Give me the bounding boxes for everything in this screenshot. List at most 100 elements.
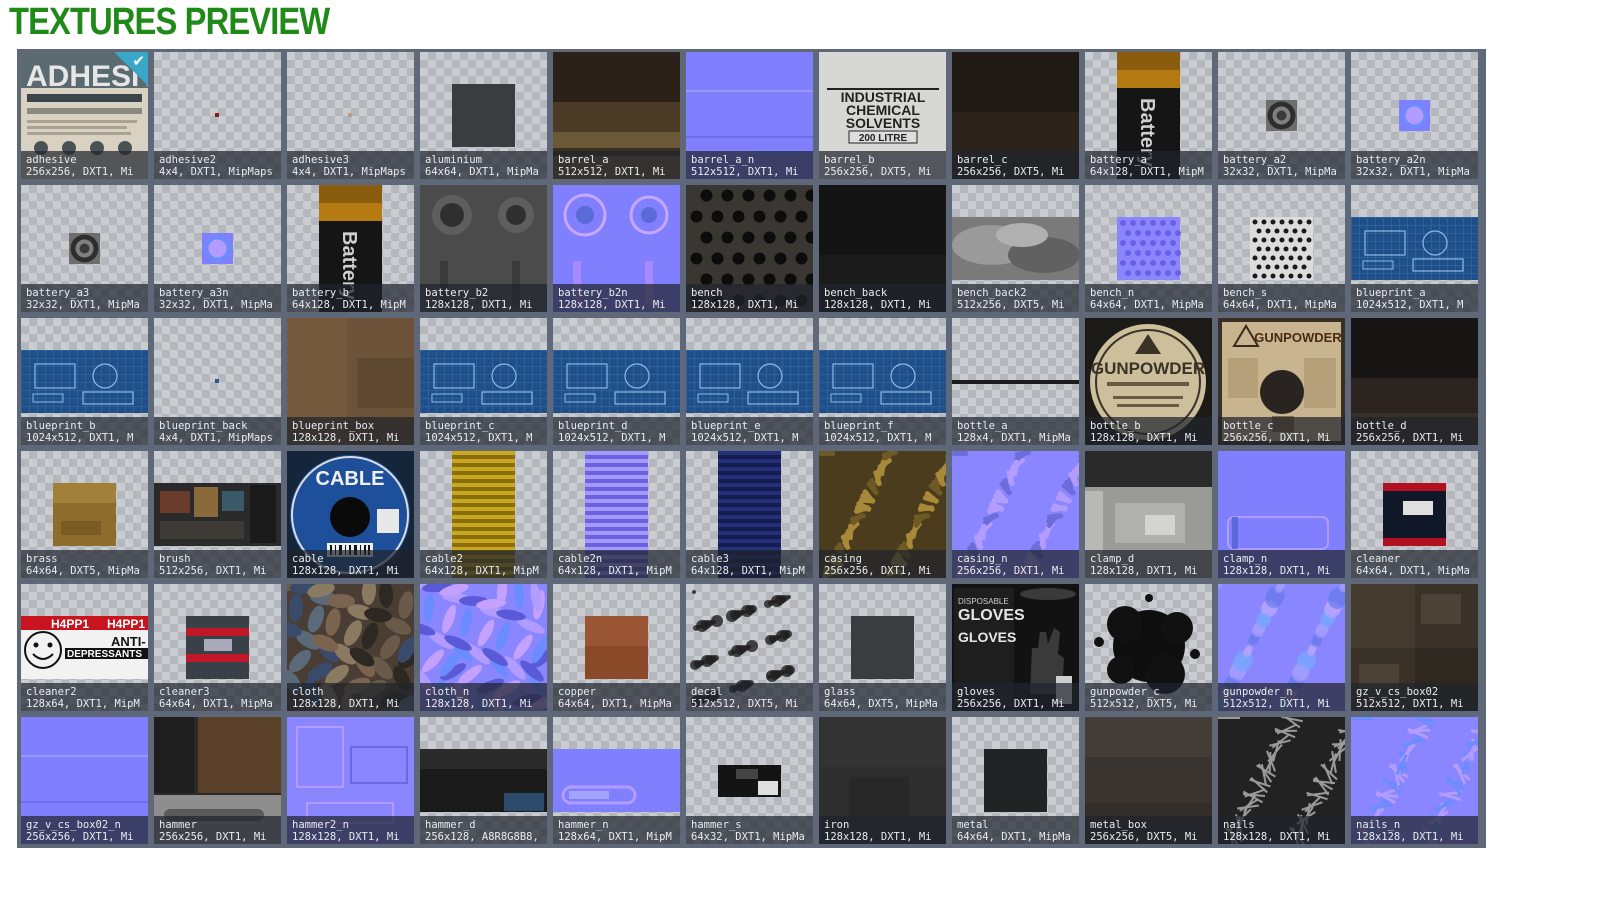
texture-tile-battery-a[interactable]: Battery battery_a 64x128, DXT1, MipM [1085,52,1212,179]
texture-tile-blueprint-e[interactable]: blueprint_e 1024x512, DXT1, M [686,318,813,445]
texture-tile-blueprint-d[interactable]: blueprint_d 1024x512, DXT1, M [553,318,680,445]
texture-tile-gunpowder-c[interactable]: gunpowder_c 512x512, DXT5, Mi [1085,584,1212,711]
texture-tile-hammer[interactable]: hammer 256x256, DXT1, Mi [154,717,281,844]
texture-tile-adhesive3[interactable]: adhesive3 4x4, DXT1, MipMaps [287,52,414,179]
texture-tile-blueprint-back[interactable]: blueprint_back 4x4, DXT1, MipMaps [154,318,281,445]
svg-text:200 LITRE: 200 LITRE [859,133,908,144]
texture-tile-aluminium[interactable]: aluminium 64x64, DXT1, MipMa [420,52,547,179]
texture-tile-cleaner3[interactable]: cleaner3 64x64, DXT1, MipMa [154,584,281,711]
texture-tile-battery-a3n[interactable]: battery_a3n 32x32, DXT1, MipMa [154,185,281,312]
texture-tile-metal-box[interactable]: metal_box 256x256, DXT5, Mi [1085,717,1212,844]
texture-tile-gloves[interactable]: DISPOSABLE GLOVES GLOVES gloves 256x256, … [952,584,1079,711]
texture-info: 512x256, DXT1, Mi [159,565,267,577]
texture-tile-gunpowder-n[interactable]: gunpowder_n 512x512, DXT1, Mi [1218,584,1345,711]
texture-name: hammer [159,819,197,831]
texture-tile-bench[interactable]: bench 128x128, DXT1, Mi [686,185,813,312]
texture-name: battery_b2n [558,287,628,299]
texture-tile-glass[interactable]: glass 64x64, DXT5, MipMa [819,584,946,711]
texture-tile-clamp-n[interactable]: clamp_n 128x128, DXT1, Mi [1218,451,1345,578]
texture-info: 128x128, DXT1, Mi [558,299,666,311]
texture-tile-battery-a2[interactable]: battery_a2 32x32, DXT1, MipMa [1218,52,1345,179]
texture-name: cleaner2 [26,686,77,698]
texture-tile-cable[interactable]: CABLE cable 128x128, DXT1, Mi [287,451,414,578]
texture-caption: blueprint_back 4x4, DXT1, MipMaps [154,417,281,445]
texture-tile-decal[interactable]: decal 512x512, DXT5, Mi [686,584,813,711]
texture-name: hammer2_n [292,819,349,831]
texture-caption: blueprint_e 1024x512, DXT1, M [686,417,813,445]
texture-info: 128x128, DXT1, Mi [425,299,533,311]
texture-tile-battery-b[interactable]: Battery battery_b 64x128, DXT1, MipM [287,185,414,312]
texture-tile-cleaner2[interactable]: H4PP1 H4PP1 ANTI- DEPRESSANTS cleaner2 128… [21,584,148,711]
texture-tile-blueprint-b[interactable]: blueprint_b 1024x512, DXT1, M [21,318,148,445]
texture-tile-gz-v-cs-box02-n[interactable]: gz_v_cs_box02_n 256x256, DXT1, Mi [21,717,148,844]
texture-tile-hammer-d[interactable]: hammer_d 256x128, A8R8G8B8, [420,717,547,844]
texture-name: cable3 [691,553,729,565]
texture-tile-blueprint-f[interactable]: blueprint_f 1024x512, DXT1, M [819,318,946,445]
texture-tile-battery-b2n[interactable]: battery_b2n 128x128, DXT1, Mi [553,185,680,312]
texture-caption: aluminium 64x64, DXT1, MipMa [420,151,547,179]
texture-tile-brass[interactable]: brass 64x64, DXT5, MipMa [21,451,148,578]
texture-tile-battery-a2n[interactable]: battery_a2n 32x32, DXT1, MipMa [1351,52,1478,179]
texture-tile-bench-back2[interactable]: bench_back2 512x256, DXT5, Mi [952,185,1079,312]
texture-tile-hammer-n[interactable]: hammer_n 128x64, DXT1, MipM [553,717,680,844]
texture-tile-battery-a3[interactable]: battery_a3 32x32, DXT1, MipMa [21,185,148,312]
texture-info: 1024x512, DXT1, M [26,432,134,444]
texture-name: nails_n [1356,819,1401,831]
svg-text:DEPRESSANTS: DEPRESSANTS [67,649,142,660]
texture-tile-blueprint-box[interactable]: blueprint_box 128x128, DXT1, Mi [287,318,414,445]
texture-caption: gunpowder_n 512x512, DXT1, Mi [1218,683,1345,711]
svg-text:GUNPOWDER: GUNPOWDER [1091,359,1205,378]
texture-info: 256x256, DXT1, Mi [957,565,1065,577]
texture-info: 32x32, DXT1, MipMa [1356,166,1470,178]
texture-tile-barrel-c[interactable]: barrel_c 256x256, DXT5, Mi [952,52,1079,179]
texture-caption: bench_s 64x64, DXT1, MipMa [1218,284,1345,312]
texture-tile-cleaner[interactable]: cleaner 64x64, DXT1, MipMa [1351,451,1478,578]
texture-caption: blueprint_box 128x128, DXT1, Mi [287,417,414,445]
texture-tile-brush[interactable]: brush 512x256, DXT1, Mi [154,451,281,578]
texture-caption: battery_a 64x128, DXT1, MipM [1085,151,1212,179]
texture-tile-cable2[interactable]: cable2 64x128, DXT1, MipM [420,451,547,578]
texture-tile-hammer2-n[interactable]: hammer2_n 128x128, DXT1, Mi [287,717,414,844]
texture-tile-bottle-b[interactable]: GUNPOWDER bottle_b 128x128, DXT1, Mi [1085,318,1212,445]
texture-tile-adhesive2[interactable]: adhesive2 4x4, DXT1, MipMaps [154,52,281,179]
texture-caption: metal_box 256x256, DXT5, Mi [1085,816,1212,844]
texture-tile-casing[interactable]: casing 256x256, DXT1, Mi [819,451,946,578]
texture-tile-bench-n[interactable]: bench_n 64x64, DXT1, MipMa [1085,185,1212,312]
texture-tile-barrel-a[interactable]: barrel_a 512x512, DXT1, Mi [553,52,680,179]
texture-tile-adhesive[interactable]: ADHESIV adhesive256x256, DXT1, Mi [21,52,148,179]
texture-tile-bench-back[interactable]: bench_back 128x128, DXT1, Mi [819,185,946,312]
texture-info: 256x128, A8R8G8B8, [425,831,539,843]
texture-tile-barrel-a-n[interactable]: barrel_a_n 512x512, DXT1, Mi [686,52,813,179]
texture-tile-cloth[interactable]: cloth 128x128, DXT1, Mi [287,584,414,711]
texture-caption: battery_a3n 32x32, DXT1, MipMa [154,284,281,312]
texture-tile-bottle-d[interactable]: bottle_d 256x256, DXT1, Mi [1351,318,1478,445]
texture-tile-nails-n[interactable]: nails_n 128x128, DXT1, Mi [1351,717,1478,844]
texture-tile-battery-b2[interactable]: battery_b2 128x128, DXT1, Mi [420,185,547,312]
texture-info: 256x256, DXT1, Mi [1223,432,1331,444]
texture-tile-barrel-b[interactable]: INDUSTRIAL CHEMICAL SOLVENTS 200 LITRE barre… [819,52,946,179]
texture-tile-copper[interactable]: copper 64x64, DXT1, MipMa [553,584,680,711]
texture-info: 128x64, DXT1, MipM [26,698,140,710]
texture-info: 128x128, DXT1, Mi [292,432,400,444]
texture-tile-gz-v-cs-box02[interactable]: gz_v_cs_box02 512x512, DXT1, Mi [1351,584,1478,711]
texture-tile-cable3[interactable]: cable3 64x128, DXT1, MipM [686,451,813,578]
texture-name: gz_v_cs_box02 [1356,686,1439,698]
texture-tile-bottle-a[interactable]: bottle_a 128x4, DXT1, MipMa [952,318,1079,445]
texture-tile-cloth-n[interactable]: cloth_n 128x128, DXT1, Mi [420,584,547,711]
texture-tile-bottle-c[interactable]: GUNPOWDER bottle_c 256x256, DXT1, Mi [1218,318,1345,445]
texture-tile-clamp-d[interactable]: clamp_d 128x128, DXT1, Mi [1085,451,1212,578]
texture-tile-blueprint-c[interactable]: blueprint_c 1024x512, DXT1, M [420,318,547,445]
texture-name: copper [558,686,596,698]
texture-tile-blueprint-a[interactable]: blueprint_a 1024x512, DXT1, M [1351,185,1478,312]
texture-tile-nails[interactable]: nails 128x128, DXT1, Mi [1218,717,1345,844]
texture-info: 64x64, DXT1, MipMa [1223,299,1337,311]
texture-tile-hammer-s[interactable]: hammer_s 64x32, DXT1, MipMa [686,717,813,844]
texture-tile-metal[interactable]: metal 64x64, DXT1, MipMa [952,717,1079,844]
texture-name: battery_a [1090,154,1147,166]
texture-tile-bench-s[interactable]: bench_s 64x64, DXT1, MipMa [1218,185,1345,312]
texture-caption: hammer_d 256x128, A8R8G8B8, [420,816,547,844]
texture-tile-iron[interactable]: iron 128x128, DXT1, Mi [819,717,946,844]
texture-info: 256x256, DXT1, Mi [26,166,134,178]
texture-tile-casing-n[interactable]: casing_n 256x256, DXT1, Mi [952,451,1079,578]
texture-tile-cable2n[interactable]: cable2n 64x128, DXT1, MipM [553,451,680,578]
